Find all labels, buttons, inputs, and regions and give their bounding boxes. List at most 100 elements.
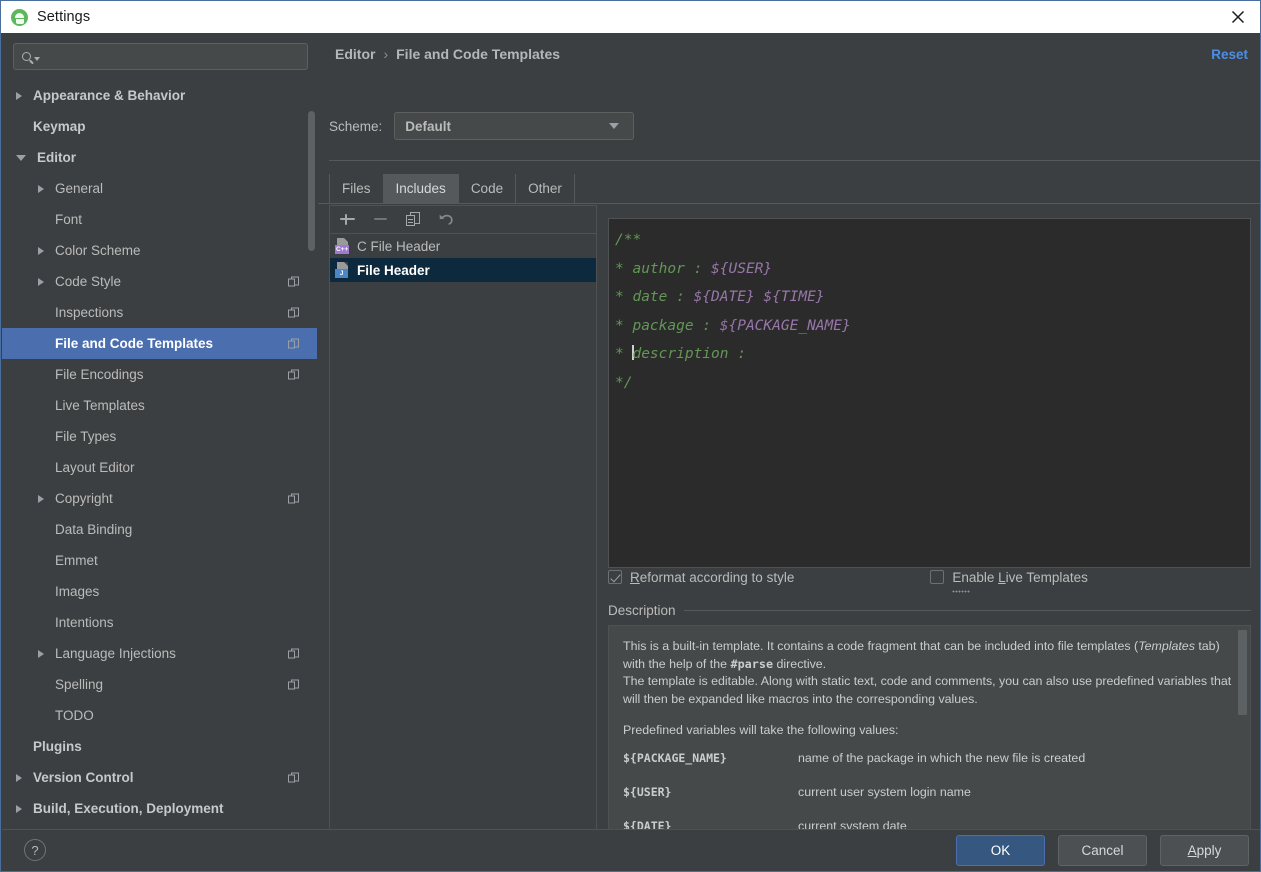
sidebar-item-label: Data Binding (55, 522, 133, 537)
list-item[interactable]: J File Header (330, 258, 596, 282)
reset-link[interactable]: Reset (1211, 47, 1248, 62)
copy-settings-icon[interactable] (288, 772, 299, 783)
sidebar-item-plugins[interactable]: Plugins (2, 731, 317, 762)
chevron-right-icon[interactable] (38, 184, 44, 193)
header-divider (329, 160, 1260, 161)
code-text: description : (632, 346, 755, 363)
tab-files[interactable]: Files (329, 174, 384, 203)
description-paragraph-1: This is a built-in template. It contains… (623, 638, 1234, 673)
copy-settings-icon[interactable] (288, 648, 299, 659)
sidebar-item-general[interactable]: General (2, 173, 317, 204)
chevron-right-icon: › (383, 46, 389, 62)
code-text: * (615, 346, 633, 363)
sidebar-item-file-and-code-templates[interactable]: File and Code Templates (2, 328, 317, 359)
description-scrollbar-thumb[interactable] (1238, 630, 1247, 715)
code-text: */ (615, 374, 633, 391)
sidebar-item-data-binding[interactable]: Data Binding (2, 514, 317, 545)
sidebar-item-label: Inspections (55, 305, 124, 320)
tab-code[interactable]: Code (458, 174, 517, 203)
sidebar-item-label: Emmet (55, 553, 98, 568)
sidebar-item-color-scheme[interactable]: Color Scheme (2, 235, 317, 266)
chevron-down-icon (609, 123, 620, 129)
sidebar-item-keymap[interactable]: Keymap (2, 111, 317, 142)
template-list: C++ C File Header J File Header (330, 234, 596, 282)
code-text: /** (615, 232, 642, 248)
list-item[interactable]: C++ C File Header (330, 234, 596, 258)
chevron-right-icon[interactable] (38, 649, 44, 658)
copy-settings-icon[interactable] (288, 493, 299, 504)
template-variable: ${TIME} (763, 289, 825, 306)
variable-name: ${USER} (623, 784, 672, 799)
reformat-label: Reformat according to style (630, 569, 795, 585)
desc-p1-mono: #parse (730, 656, 774, 671)
description-scrollbar[interactable] (1238, 627, 1249, 839)
copy-settings-icon[interactable] (288, 276, 299, 287)
search-box[interactable] (13, 43, 308, 70)
ok-button[interactable]: OK (956, 834, 1045, 866)
undo-icon[interactable] (437, 210, 456, 229)
sidebar-item-file-types[interactable]: File Types (2, 421, 317, 452)
sidebar-item-code-style[interactable]: Code Style (2, 266, 317, 297)
sidebar-item-spelling[interactable]: Spelling (2, 669, 317, 700)
copy-settings-icon[interactable] (288, 679, 299, 690)
reformat-checkbox[interactable]: Reformat according to style (608, 570, 794, 585)
close-icon[interactable] (1216, 1, 1260, 33)
sidebar-item-label: Appearance & Behavior (33, 88, 186, 103)
sidebar-item-emmet[interactable]: Emmet (2, 545, 317, 576)
chevron-right-icon[interactable] (16, 804, 22, 813)
description-panel[interactable]: This is a built-in template. It contains… (608, 625, 1251, 840)
code-line: /** (615, 226, 1250, 255)
template-code-editor[interactable]: /** * author : ${USER} * date : ${DATE} ${… (608, 218, 1251, 568)
sidebar-item-file-encodings[interactable]: File Encodings (2, 359, 317, 390)
sidebar-item-layout-editor[interactable]: Layout Editor (2, 452, 317, 483)
template-options-row: Reformat according to style Enable Live … (608, 566, 1251, 593)
sidebar-item-version-control[interactable]: Version Control (2, 762, 317, 793)
chevron-right-icon[interactable] (38, 494, 44, 503)
sidebar-item-intentions[interactable]: Intentions (2, 607, 317, 638)
chevron-down-icon[interactable] (16, 154, 26, 161)
sidebar-item-label: Plugins (33, 739, 82, 754)
chevron-right-icon[interactable] (16, 773, 22, 782)
copy-settings-icon[interactable] (288, 369, 299, 380)
cancel-button[interactable]: Cancel (1058, 834, 1147, 866)
search-input[interactable] (40, 49, 307, 64)
sidebar-item-appearance-behavior[interactable]: Appearance & Behavior (2, 80, 317, 111)
variable-row: ${USER} current user system login name (623, 785, 1234, 819)
sidebar-scrollbar[interactable] (308, 111, 315, 251)
scheme-dropdown[interactable]: Default (394, 112, 635, 140)
breadcrumb-parent[interactable]: Editor (335, 46, 375, 62)
plus-icon[interactable] (338, 210, 357, 229)
tab-includes[interactable]: Includes (383, 174, 459, 203)
description-title: Description (608, 603, 676, 618)
enable-live-templates-checkbox[interactable]: Enable Live Templates (930, 570, 1088, 593)
chevron-right-icon[interactable] (38, 246, 44, 255)
sidebar-item-images[interactable]: Images (2, 576, 317, 607)
sidebar-item-font[interactable]: Font (2, 204, 317, 235)
sidebar-item-editor[interactable]: Editor (2, 142, 317, 173)
list-item-label: File Header (357, 262, 430, 278)
dialog-footer: ? OK Cancel Apply (2, 829, 1260, 870)
chevron-right-icon[interactable] (38, 277, 44, 286)
copy-icon[interactable] (404, 210, 423, 229)
sidebar-item-label: Intentions (55, 615, 114, 630)
apply-button[interactable]: Apply (1160, 834, 1249, 866)
settings-content: Editor › File and Code Templates Reset S… (318, 33, 1260, 840)
sidebar-item-live-templates[interactable]: Live Templates (2, 390, 317, 421)
sidebar-item-language-injections[interactable]: Language Injections (2, 638, 317, 669)
search-icon (22, 52, 40, 61)
chevron-right-icon[interactable] (16, 91, 22, 100)
copy-settings-icon[interactable] (288, 338, 299, 349)
sidebar-item-todo[interactable]: TODO (2, 700, 317, 731)
scheme-value: Default (405, 118, 452, 134)
copy-settings-icon[interactable] (288, 307, 299, 318)
sidebar-item-inspections[interactable]: Inspections (2, 297, 317, 328)
checkbox-box (930, 570, 945, 584)
window-title: Settings (37, 9, 91, 25)
tab-other[interactable]: Other (516, 174, 575, 203)
breadcrumb-current: File and Code Templates (396, 46, 561, 62)
minus-icon[interactable] (371, 210, 390, 229)
help-button[interactable]: ? (24, 839, 46, 861)
code-text: * date : (615, 289, 694, 306)
sidebar-item-copyright[interactable]: Copyright (2, 483, 317, 514)
